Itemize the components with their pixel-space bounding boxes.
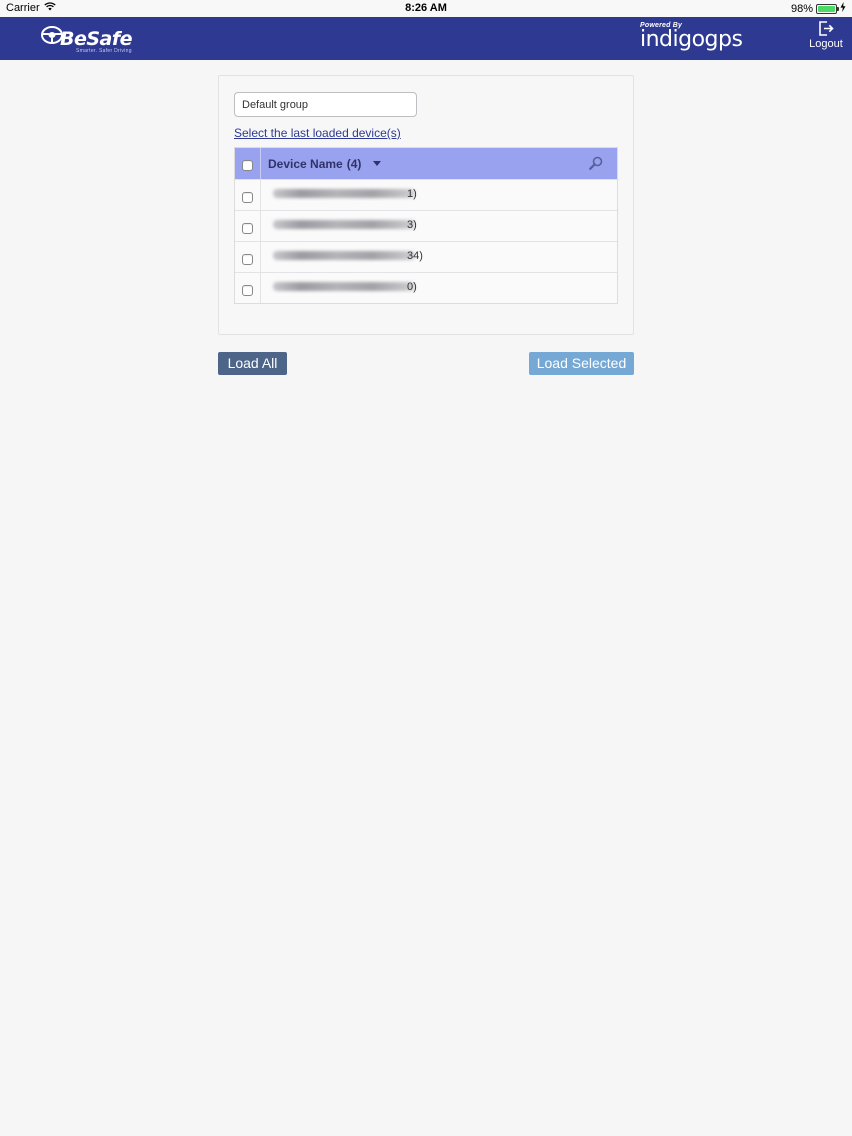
- redacted-name: [273, 189, 415, 198]
- table-row[interactable]: 0): [235, 272, 617, 303]
- row-checkbox[interactable]: [242, 284, 253, 296]
- charging-bolt-icon: [840, 2, 846, 15]
- logout-button[interactable]: Logout: [808, 21, 844, 50]
- sort-dropdown-icon[interactable]: [373, 160, 382, 166]
- row-checkbox[interactable]: [242, 253, 253, 265]
- status-bar: Carrier 8:26 AM 98%: [0, 0, 852, 17]
- powered-by-logo: Powered By indigogps: [640, 21, 750, 55]
- search-icon[interactable]: [589, 156, 603, 175]
- device-name-cell: 34): [261, 242, 617, 272]
- grid-header: Device Name (4): [235, 148, 617, 179]
- status-time: 8:26 AM: [405, 2, 447, 14]
- row-checkbox-cell: [235, 211, 261, 241]
- table-row[interactable]: 3): [235, 210, 617, 241]
- row-checkbox-cell: [235, 273, 261, 303]
- device-name-suffix: 1): [407, 188, 417, 200]
- app-header: BeSafe Smarter. Safer Driving Powered By…: [0, 17, 852, 60]
- device-count: (4): [346, 156, 362, 171]
- brand-tagline: Smarter. Safer Driving: [76, 48, 132, 54]
- device-grid: Device Name (4) 1) 3) 34) 0): [234, 147, 618, 304]
- redacted-name: [273, 282, 415, 291]
- row-checkbox[interactable]: [242, 222, 253, 234]
- column-title: Device Name: [268, 156, 343, 171]
- row-checkbox-cell: [235, 242, 261, 272]
- select-all-checkbox[interactable]: [242, 160, 253, 171]
- status-right: 98%: [791, 2, 846, 15]
- table-row[interactable]: 1): [235, 179, 617, 210]
- redacted-name: [273, 251, 415, 260]
- logout-label: Logout: [809, 38, 843, 50]
- column-header-device-name[interactable]: Device Name (4): [261, 148, 382, 179]
- table-row[interactable]: 34): [235, 241, 617, 272]
- device-name-suffix: 34): [407, 250, 423, 262]
- logout-icon: [808, 21, 844, 36]
- device-name-suffix: 0): [407, 281, 417, 293]
- header-checkbox-cell: [235, 148, 261, 179]
- device-name-suffix: 3): [407, 219, 417, 231]
- device-panel: Default group Select the last loaded dev…: [218, 75, 634, 335]
- device-name-cell: 1): [261, 180, 617, 210]
- load-all-button[interactable]: Load All: [218, 352, 287, 375]
- brand-name: BeSafe: [60, 28, 133, 50]
- group-select[interactable]: Default group: [234, 92, 417, 117]
- row-checkbox-cell: [235, 180, 261, 210]
- row-checkbox[interactable]: [242, 191, 253, 203]
- battery-percent: 98%: [790, 2, 813, 15]
- device-name-cell: 0): [261, 273, 617, 303]
- powered-by-name: indigogps: [640, 27, 743, 52]
- battery-icon: [816, 3, 839, 14]
- device-name-cell: 3): [261, 211, 617, 241]
- select-last-loaded-link[interactable]: Select the last loaded device(s): [234, 126, 401, 140]
- redacted-name: [273, 220, 415, 229]
- load-selected-button[interactable]: Load Selected: [529, 352, 634, 375]
